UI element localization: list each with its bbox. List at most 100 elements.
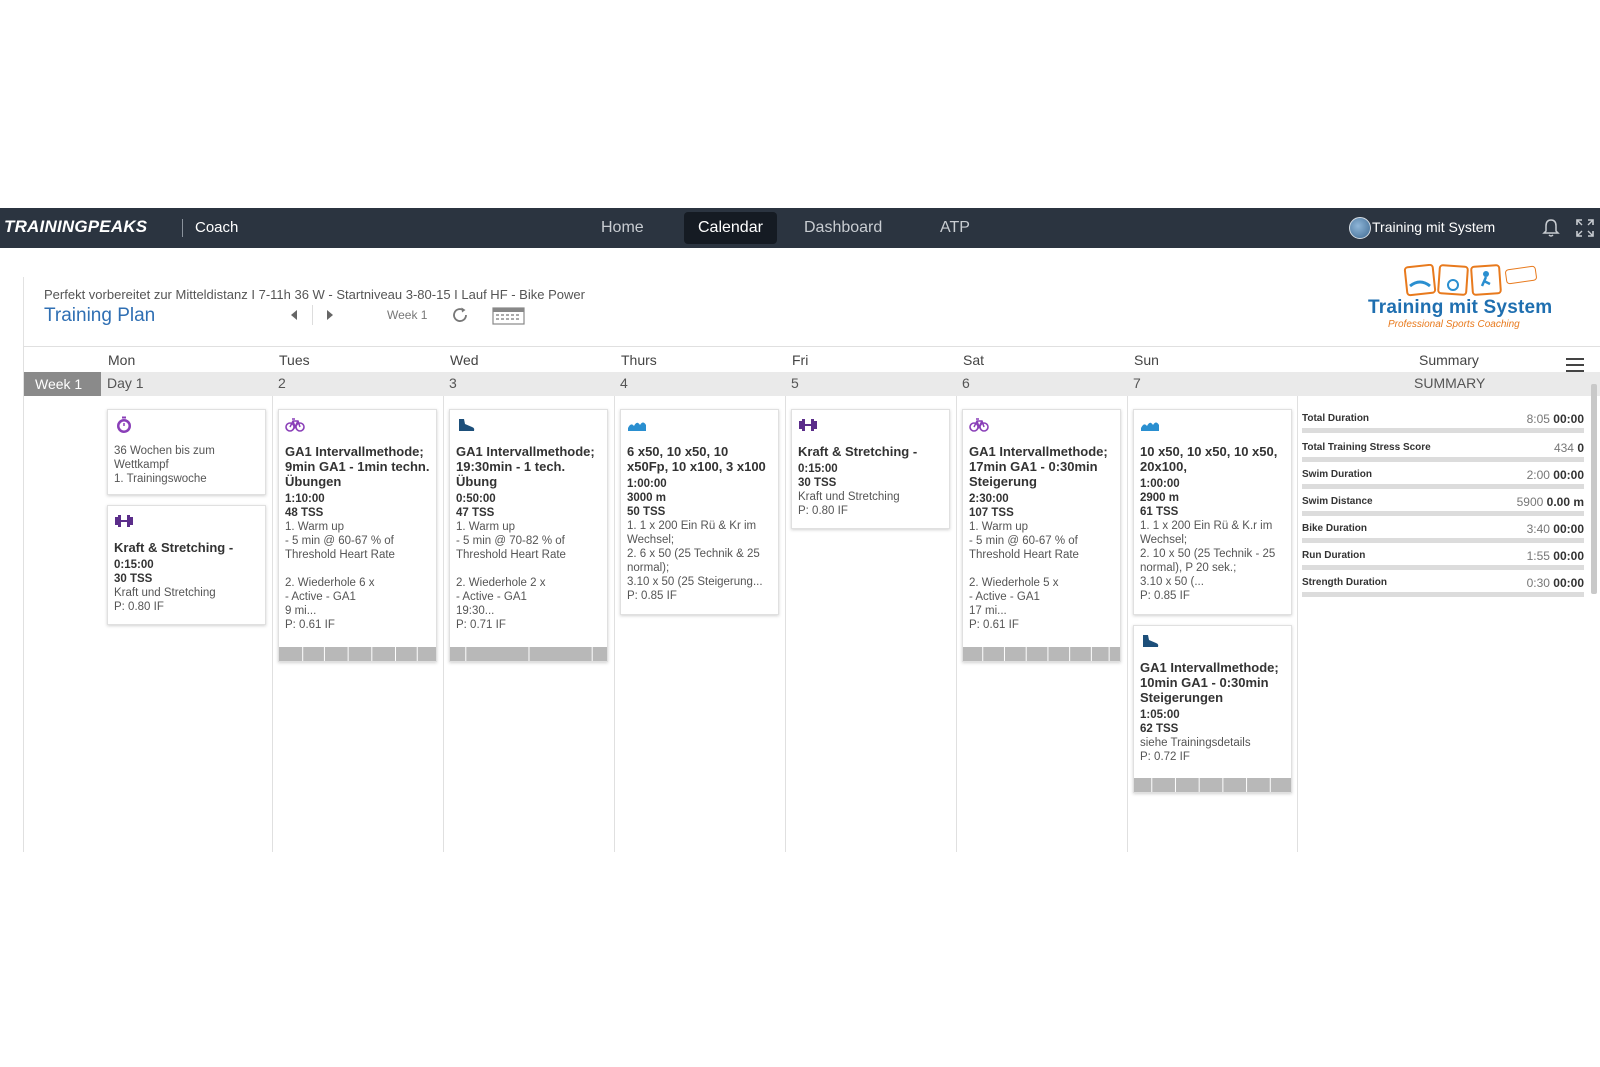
header-divider [23,346,1600,347]
wave-icon [628,422,646,431]
summary-swim-distance: Swim Distance 5900 0.00 m [1302,495,1584,522]
week-label[interactable]: Week 1 [23,372,101,396]
workout-card-run[interactable]: GA1 Intervallmethode; 10min GA1 - 0:30mi… [1133,625,1292,793]
workout-description: 1. 1 x 200 Ein Rü & K.r im Wechsel; 2. 1… [1140,520,1276,588]
workout-title: 6 x50, 10 x50, 10 x50Fp, 10 x100, 3 x100 [627,444,766,474]
summary-label: Run Duration [1302,550,1366,561]
summary-planned: 2:00 [1526,468,1550,482]
week-row-band [23,372,1600,396]
bike-icon [969,418,989,432]
summary-bar [1302,484,1584,489]
summary-label: Bike Duration [1302,523,1368,534]
workout-card-swim[interactable]: 10 x50, 10 x50, 10 x50, 20x100, 1:00:00 … [1133,409,1292,615]
fullscreen-icon[interactable] [1575,218,1595,238]
column-divider [272,396,273,852]
summary-total-duration: Total Duration 8:05 00:00 [1302,412,1584,439]
summary-planned: 3:40 [1526,522,1550,536]
next-week-icon[interactable] [325,309,335,321]
summary-actual: 00:00 [1553,412,1584,426]
week-nav-divider [312,305,313,325]
column-divider [1297,396,1298,852]
day-number-2: 2 [278,375,286,391]
workout-card-bike[interactable]: GA1 Intervallmethode; 17min GA1 - 0:30mi… [962,409,1121,662]
avatar[interactable] [1349,217,1371,239]
day-header-sat: Sat [963,352,985,368]
workout-duration: 1:10:00 [285,493,325,505]
logo-text: Training mit System [1368,297,1553,318]
workout-title: Kraft & Stretching - [798,444,918,459]
summary-label: Swim Duration [1302,469,1373,480]
day-header-thu: Thurs [621,352,657,368]
day-header-mon: Mon [108,352,136,368]
workout-distance: 2900 m [1140,492,1180,504]
brand-divider [182,219,183,237]
day-number-6: 6 [962,375,970,391]
workout-duration: 0:50:00 [456,493,496,505]
vertical-scrollbar[interactable] [1591,384,1597,594]
workout-duration: 1:05:00 [1140,709,1180,721]
bell-icon[interactable] [1540,217,1562,239]
summary-total-tss: Total Training Stress Score 434 0 [1302,441,1584,468]
plan-header: Perfekt vorbereitet zur Mitteldistanz I … [23,277,1600,347]
prev-week-icon[interactable] [289,309,299,321]
summary-label: Total Training Stress Score [1302,442,1431,453]
workout-duration: 0:15:00 [798,463,838,475]
tab-calendar[interactable]: Calendar [684,212,777,244]
workout-description: siehe Trainingsdetails [1140,737,1251,749]
shoe-icon [1143,635,1159,647]
brand-logo[interactable]: TRAININGPEAKS [4,217,147,237]
brand-product: Coach [195,219,239,236]
workout-card-strength[interactable]: Kraft & Stretching - 0:15:00 30 TSS Kraf… [791,409,950,529]
workout-structure-chart [279,647,436,661]
workout-if: P: 0.72 IF [1140,751,1190,763]
day-header-sun: Sun [1134,352,1159,368]
workout-description: 1. 1 x 200 Ein Rü & Kr im Wechsel; 2. 6 … [627,520,763,588]
workout-description: 1. Warm up - 5 min @ 60-67 % of Threshol… [285,521,395,617]
day-header-tue: Tues [279,352,310,368]
workout-if: P: 0.85 IF [1140,590,1190,602]
summary-actual: 00:00 [1553,576,1584,590]
workout-title: GA1 Intervallmethode; 19:30min - 1 tech.… [456,444,595,489]
workout-if: P: 0.61 IF [969,619,1019,631]
summary-value: 5900 0.00 m [1517,495,1584,509]
workout-if: P: 0.71 IF [456,619,506,631]
workout-description: Kraft und Stretching [798,491,900,503]
summary-strength-duration: Strength Duration 0:30 00:00 [1302,576,1584,603]
summary-actual: 0 [1577,441,1584,455]
bike-icon [285,418,305,432]
workout-tss: 107 TSS [969,507,1014,519]
workout-structure-chart [450,647,607,661]
summary-value: 1:55 00:00 [1527,549,1584,563]
workout-card-bike[interactable]: GA1 Intervallmethode; 9min GA1 - 1min te… [278,409,437,662]
workout-title: Kraft & Stretching - [114,540,234,555]
day-header-fri: Fri [792,352,809,368]
workout-tss: 61 TSS [1140,506,1179,518]
column-divider [785,396,786,852]
summary-bar [1302,428,1584,433]
workout-card-note[interactable]: 36 Wochen bis zum Wettkampf 1. Trainings… [107,409,266,495]
summary-actual: 0.00 m [1546,495,1584,509]
tab-home[interactable]: Home [587,212,658,244]
workout-card-run[interactable]: GA1 Intervallmethode; 19:30min - 1 tech.… [449,409,608,662]
stopwatch-icon [117,416,131,433]
dumbbell-icon [115,515,133,527]
summary-planned: 8:05 [1526,412,1550,426]
workout-duration: 1:00:00 [1140,478,1180,490]
user-name[interactable]: Training mit System [1372,219,1495,235]
tab-dashboard[interactable]: Dashboard [790,212,896,244]
shoe-icon [459,419,475,431]
workout-title: GA1 Intervallmethode; 17min GA1 - 0:30mi… [969,444,1108,489]
workout-tss: 62 TSS [1140,723,1179,735]
summary-planned: 5900 [1516,495,1544,509]
workout-if: P: 0.85 IF [627,590,677,602]
workout-description: 1. Warm up - 5 min @ 70-82 % of Threshol… [456,521,566,617]
workout-card-swim[interactable]: 6 x50, 10 x50, 10 x50Fp, 10 x100, 3 x100… [620,409,779,615]
tab-atp[interactable]: ATP [926,212,984,244]
summary-value: 0:30 00:00 [1527,576,1584,590]
refresh-icon[interactable] [451,306,469,324]
day-number-1: Day 1 [107,375,144,391]
calendar-icon[interactable] [492,306,525,325]
summary-bike-duration: Bike Duration 3:40 00:00 [1302,522,1584,549]
workout-card-strength[interactable]: Kraft & Stretching - 0:15:00 30 TSS Kraf… [107,505,266,625]
menu-icon[interactable] [1566,358,1584,372]
